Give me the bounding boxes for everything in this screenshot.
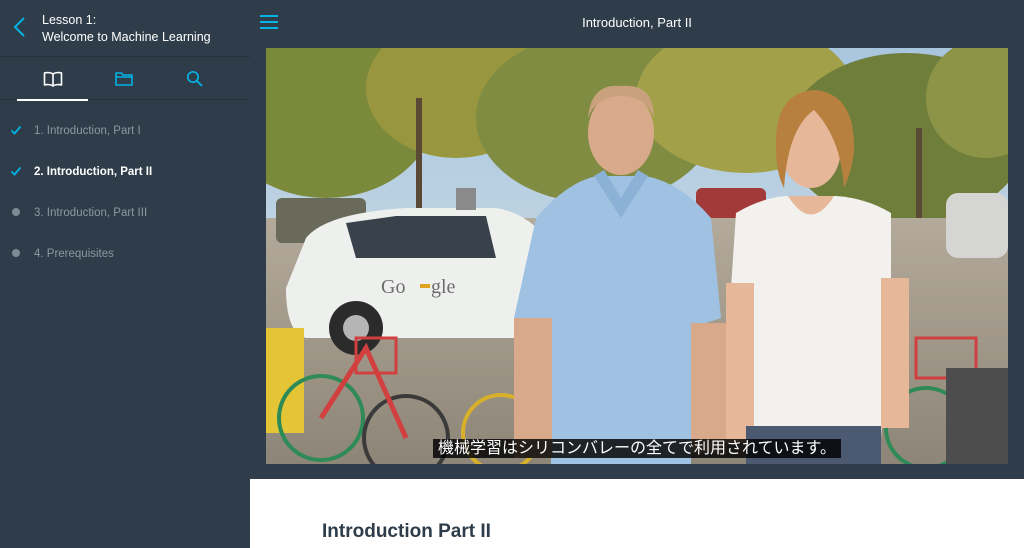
- chevron-left-icon: [13, 17, 25, 37]
- concept-list: 1. Introduction, Part I 2. Introduction,…: [0, 110, 250, 274]
- top-bar: Introduction, Part II: [250, 0, 1024, 46]
- concept-heading: Introduction Part II: [322, 521, 491, 542]
- concept-item[interactable]: 1. Introduction, Part I: [0, 110, 250, 151]
- checkmark-icon: [10, 123, 22, 137]
- sidebar: Lesson 1: Welcome to Machine Learning 1.…: [0, 0, 250, 548]
- concept-label: 3. Introduction, Part III: [34, 206, 148, 219]
- status-dot-icon: [10, 246, 22, 260]
- lesson-header: Lesson 1: Welcome to Machine Learning: [0, 0, 250, 57]
- concept-item[interactable]: 4. Prerequisites: [0, 233, 250, 274]
- concept-label: 1. Introduction, Part I: [34, 124, 141, 137]
- concept-item[interactable]: 3. Introduction, Part III: [0, 192, 250, 233]
- subtitle-text: 機械学習はシリコンバレーの全てで利用されています。: [433, 439, 841, 458]
- video-subtitle: 機械学習はシリコンバレーの全てで利用されています。: [266, 434, 1008, 458]
- tab-resources[interactable]: [88, 57, 159, 100]
- video-container: Go gle 機械学習はシリコンバレーの全てで利用されています。: [250, 46, 1024, 479]
- back-button[interactable]: [10, 14, 32, 40]
- lesson-number: Lesson 1:: [42, 13, 97, 27]
- video-frame-image: Go gle: [266, 48, 1008, 464]
- video-player[interactable]: Go gle 機械学習はシリコンバレーの全てで利用されています。: [266, 48, 1008, 464]
- folder-icon: [114, 72, 133, 86]
- lesson-name: Welcome to Machine Learning: [42, 30, 211, 44]
- tab-concepts[interactable]: [17, 57, 88, 101]
- concept-item-current[interactable]: 2. Introduction, Part II: [0, 151, 250, 192]
- concept-label: 4. Prerequisites: [34, 247, 114, 260]
- concept-label: 2. Introduction, Part II: [34, 165, 153, 178]
- lesson-title: Lesson 1: Welcome to Machine Learning: [42, 12, 211, 46]
- book-icon: [43, 71, 62, 87]
- tab-search[interactable]: [159, 57, 230, 100]
- page-title: Introduction, Part II: [582, 15, 692, 30]
- sidebar-tabs: [0, 57, 250, 101]
- checkmark-icon: [10, 164, 22, 178]
- svg-text:gle: gle: [431, 276, 456, 298]
- svg-text:Go: Go: [381, 276, 405, 298]
- search-icon: [186, 70, 203, 87]
- status-dot-icon: [10, 205, 22, 219]
